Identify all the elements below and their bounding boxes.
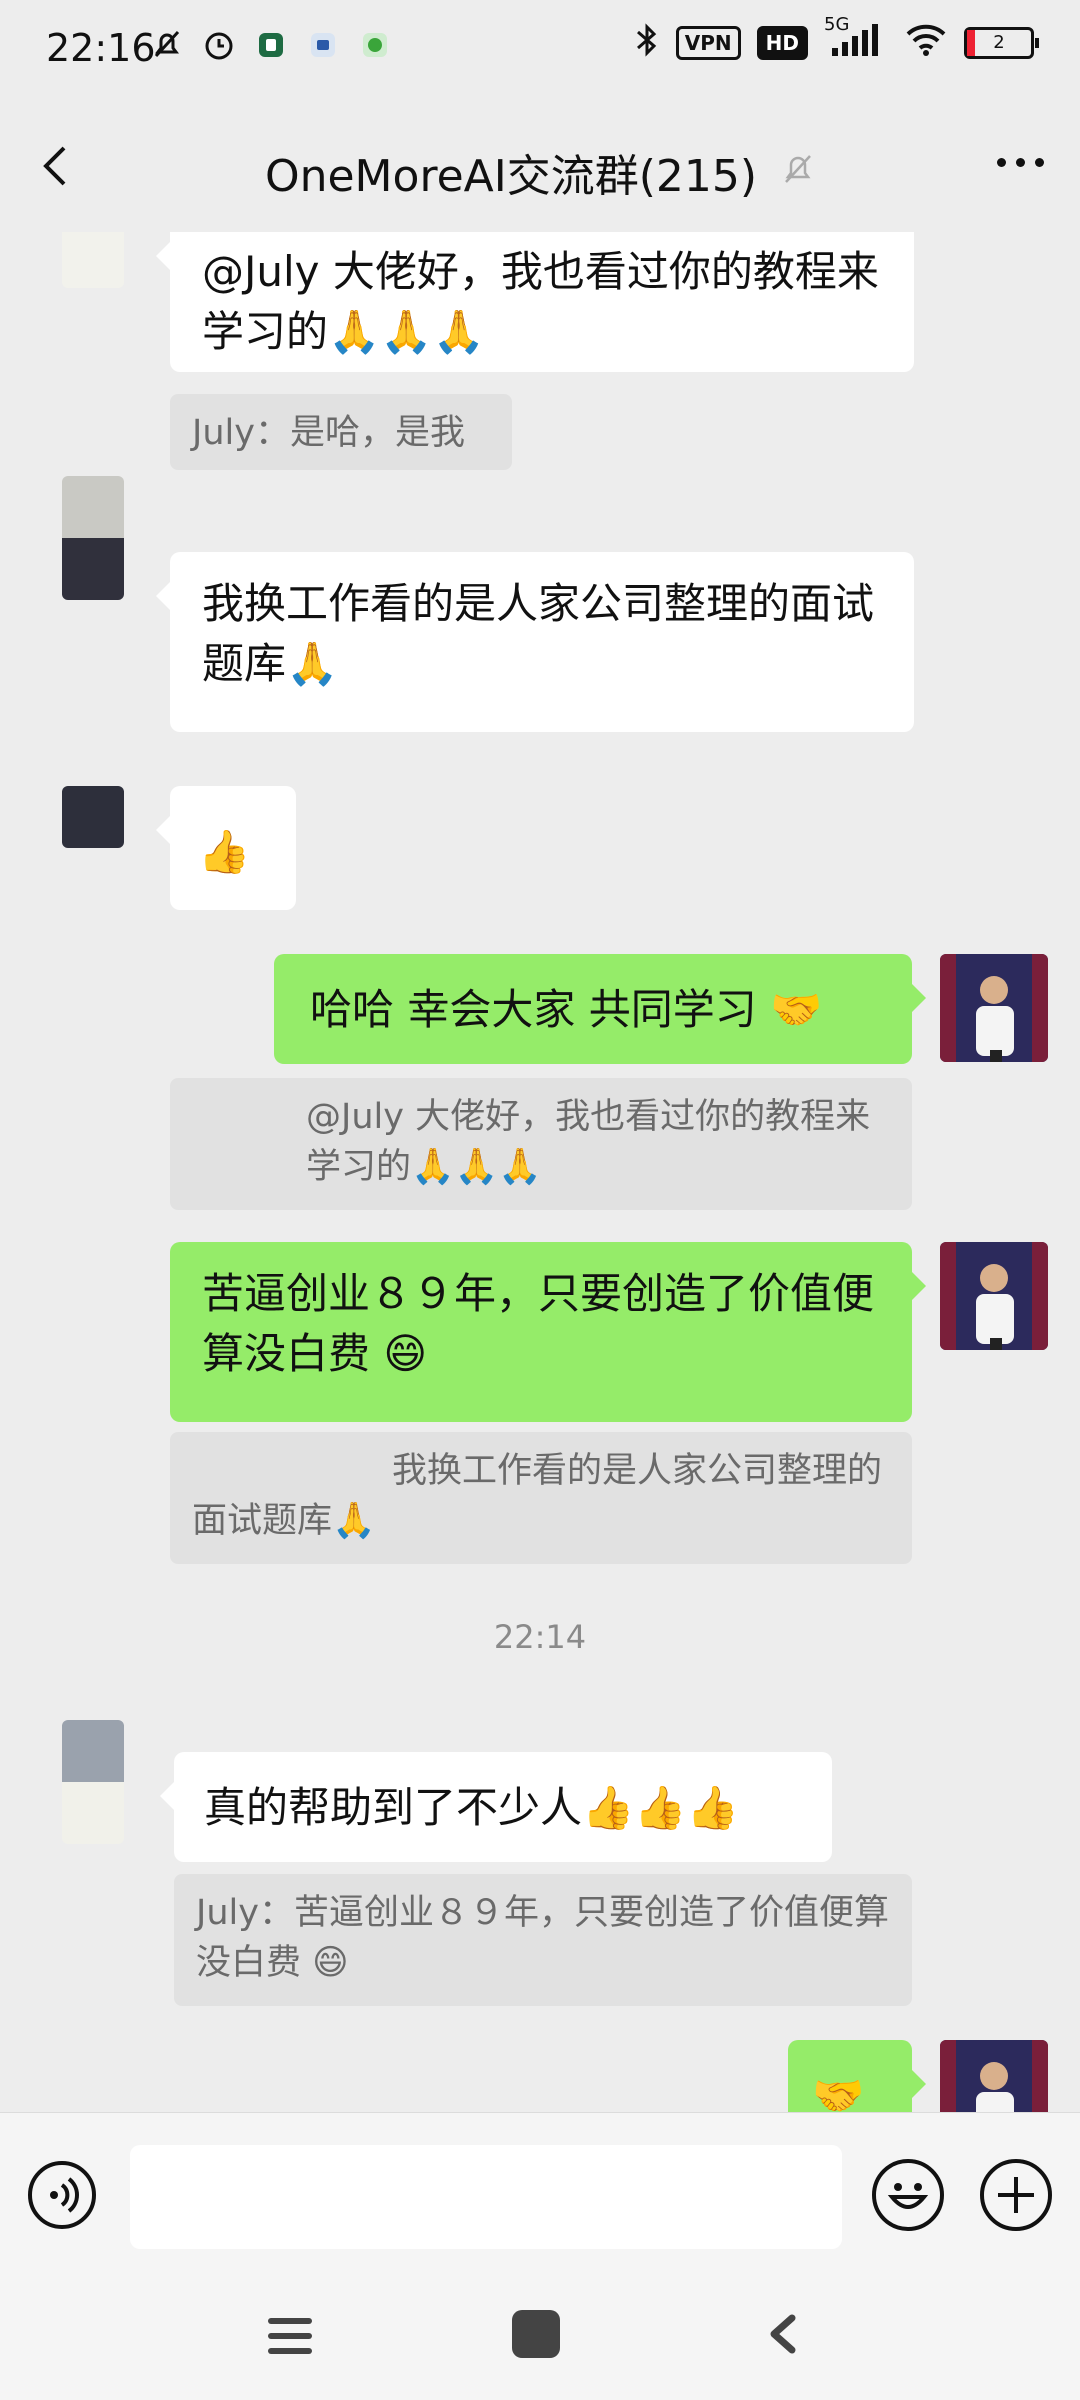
status-right-icons: VPN HD 5G 2: [634, 14, 1039, 64]
quoted-text: July：苦逼创业８９年，只要创造了价值便算没白费 😄: [196, 1893, 889, 1983]
voice-icon[interactable]: [28, 2161, 96, 2229]
network-type: 5G: [824, 14, 850, 35]
message-bubble[interactable]: @July 大佬好，我也看过你的教程来学习的🙏🙏🙏: [156, 232, 914, 372]
battery-icon: 2: [964, 27, 1039, 59]
nav-back-icon[interactable]: [764, 2312, 800, 2356]
nav-home-icon[interactable]: [512, 2310, 560, 2358]
system-nav-bar: [0, 2272, 1080, 2400]
message-text: 我换工作看的是人家公司整理的面试题库🙏: [202, 579, 875, 688]
quoted-message[interactable]: 我换工作看的是人家公司整理的面试题库🙏: [170, 1432, 912, 1564]
emoji-icon[interactable]: [872, 2159, 944, 2231]
quoted-text: @July 大佬好，我也看过你的教程来学习的🙏🙏🙏: [306, 1097, 871, 1187]
my-message-bubble[interactable]: 苦逼创业８９年，只要创造了价值便算没白费 😄: [170, 1242, 926, 1422]
message-bubble[interactable]: 👍: [156, 786, 296, 910]
avatar[interactable]: [62, 1720, 124, 1844]
message-text: 真的帮助到了不少人👍👍👍: [204, 1783, 739, 1832]
status-left-icons: [150, 28, 392, 62]
app-notification-icon: [358, 28, 392, 62]
app-notification-icon: [254, 28, 288, 62]
message-bubble[interactable]: 真的帮助到了不少人👍👍👍: [160, 1752, 832, 1862]
alarm-icon: [202, 28, 236, 62]
message-text: 苦逼创业８９年，只要创造了价值便算没白费 😄: [202, 1269, 875, 1378]
quoted-message[interactable]: @July 大佬好，我也看过你的教程来学习的🙏🙏🙏: [170, 1078, 912, 1210]
my-message-bubble[interactable]: 🤝: [788, 2040, 926, 2112]
wifi-icon: [904, 22, 948, 64]
quoted-text: 我换工作看的是人家公司整理的面试题库🙏: [192, 1451, 883, 1541]
nav-menu-icon[interactable]: [266, 2314, 314, 2358]
mute-bell-icon: [150, 28, 184, 62]
message-bubble[interactable]: 我换工作看的是人家公司整理的面试题库🙏: [156, 552, 914, 732]
my-avatar[interactable]: [940, 2040, 1048, 2112]
more-icon[interactable]: [997, 158, 1044, 167]
quoted-text: July：是哈，是我: [192, 413, 465, 453]
chat-header: OneMoreAI交流群(215): [0, 104, 1080, 232]
hd-badge: HD: [756, 26, 808, 60]
avatar[interactable]: [62, 476, 124, 600]
message-text: 哈哈 幸会大家 共同学习 🤝: [310, 985, 823, 1034]
status-time: 22:16: [46, 26, 156, 70]
avatar[interactable]: [62, 232, 124, 288]
bluetooth-icon: [634, 22, 660, 64]
message-text: @July 大佬好，我也看过你的教程来学习的🙏🙏🙏: [202, 247, 879, 356]
my-message-bubble[interactable]: 哈哈 幸会大家 共同学习 🤝: [274, 954, 926, 1064]
my-avatar[interactable]: [940, 1242, 1048, 1350]
signal-icon: 5G: [824, 14, 888, 64]
chat-title: OneMoreAI交流群(215): [264, 151, 758, 202]
timestamp: 22:14: [493, 1618, 587, 1656]
message-text: 👍: [198, 827, 251, 876]
quoted-message[interactable]: July：苦逼创业８９年，只要创造了价值便算没白费 😄: [174, 1874, 912, 2006]
plus-icon[interactable]: [980, 2159, 1052, 2231]
vpn-badge: VPN: [675, 26, 741, 60]
avatar[interactable]: [62, 786, 124, 848]
message-list[interactable]: @July 大佬好，我也看过你的教程来学习的🙏🙏🙏 July：是哈，是我 我换工…: [0, 232, 1080, 2112]
message-input[interactable]: [130, 2145, 842, 2249]
input-bar: [0, 2112, 1080, 2273]
mute-icon: [781, 147, 815, 198]
my-avatar[interactable]: [940, 954, 1048, 1062]
app-notification-icon: [306, 28, 340, 62]
status-bar: 22:16 VPN HD 5G 2: [0, 0, 1080, 104]
message-text: 🤝: [812, 2071, 865, 2112]
quoted-message[interactable]: July：是哈，是我: [170, 394, 512, 470]
